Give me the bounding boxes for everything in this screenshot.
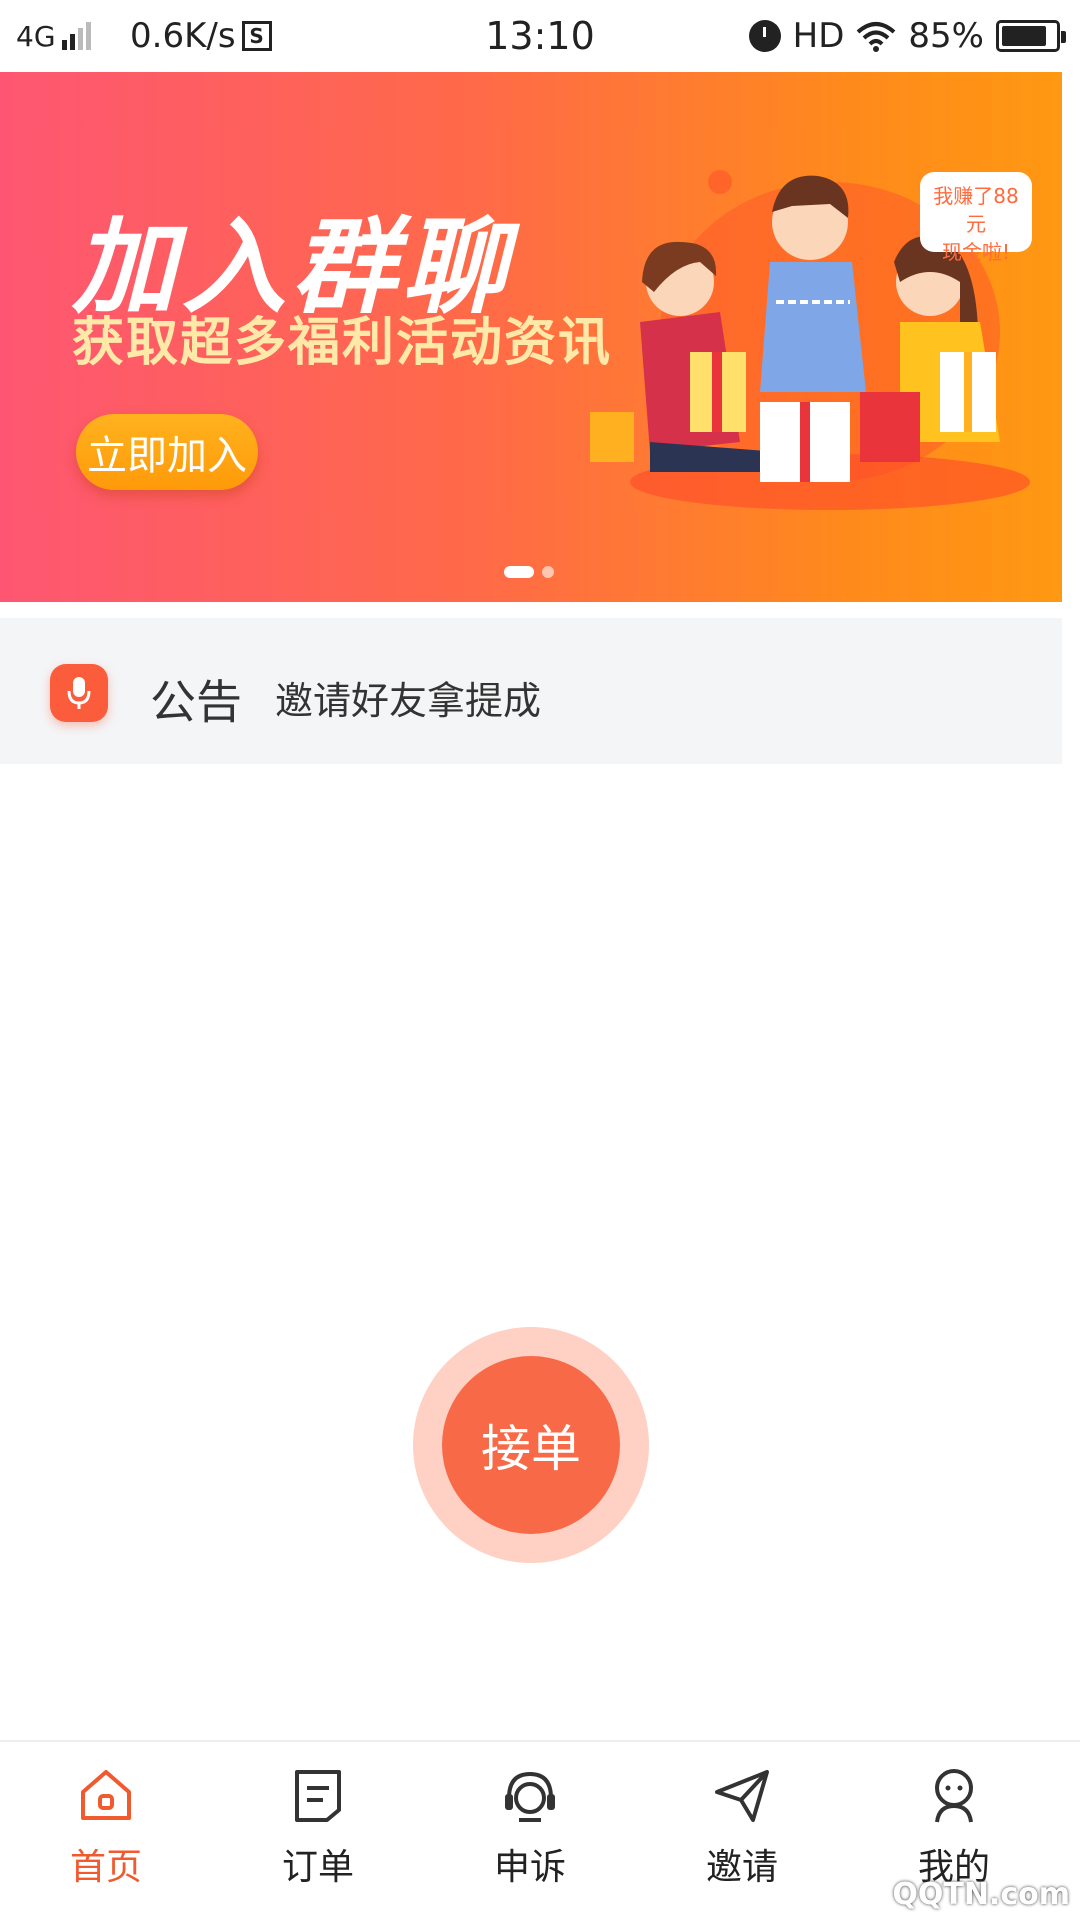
- headset-icon: [505, 1771, 555, 1822]
- nav-invite[interactable]: 邀请: [636, 1742, 848, 1920]
- announcement-bar[interactable]: 公告 邀请好友拿提成: [0, 618, 1062, 764]
- announcement-text[interactable]: 邀请好友拿提成: [275, 670, 541, 725]
- wifi-icon: [857, 22, 896, 52]
- accept-order-ring: 接单: [413, 1327, 649, 1563]
- carousel-dot-active: [504, 566, 534, 578]
- speech-bubble-line2: 现金啦!: [941, 240, 1011, 264]
- promo-banner[interactable]: 加入群聊 获取超多福利活动资讯 立即加入 我赚了88元 现金啦!: [0, 72, 1062, 602]
- banner-subtitle: 获取超多福利活动资讯: [72, 313, 613, 373]
- nav-orders-label: 订单: [281, 1847, 354, 1888]
- nav-home[interactable]: 首页: [0, 1742, 212, 1920]
- status-bar: 4G 0.6K/s S 13:10 HD 85%: [0, 0, 1080, 72]
- speech-bubble-line1: 我赚了88元: [933, 184, 1019, 236]
- carousel-indicator: [504, 566, 554, 578]
- alarm-icon: [748, 20, 781, 52]
- bottom-nav: 首页 订单 申诉 邀请 我的 QQTN.com: [0, 1740, 1080, 1920]
- status-right: HD 85%: [748, 16, 1066, 56]
- carousel-dot: [542, 566, 554, 578]
- battery-percent: 85%: [908, 16, 984, 56]
- nav-appeal-label: 申诉: [493, 1847, 566, 1888]
- home-icon: [81, 1770, 131, 1820]
- nav-home-label: 首页: [69, 1847, 142, 1888]
- watermark: QQTN.com: [892, 1877, 1070, 1912]
- nav-invite-label: 邀请: [705, 1847, 778, 1888]
- nav-appeal[interactable]: 申诉: [424, 1742, 636, 1920]
- microphone-icon: [50, 664, 108, 722]
- speech-bubble: 我赚了88元 现金啦!: [920, 172, 1032, 264]
- accept-order-button[interactable]: 接单: [442, 1356, 620, 1534]
- join-now-button[interactable]: 立即加入: [76, 414, 258, 490]
- profile-icon: [935, 1769, 973, 1823]
- send-icon: [715, 1770, 769, 1822]
- nav-orders[interactable]: 订单: [212, 1742, 424, 1920]
- battery-icon: [996, 20, 1066, 52]
- hd-indicator: HD: [792, 16, 845, 56]
- order-icon: [295, 1770, 341, 1822]
- announcement-label: 公告: [150, 675, 242, 729]
